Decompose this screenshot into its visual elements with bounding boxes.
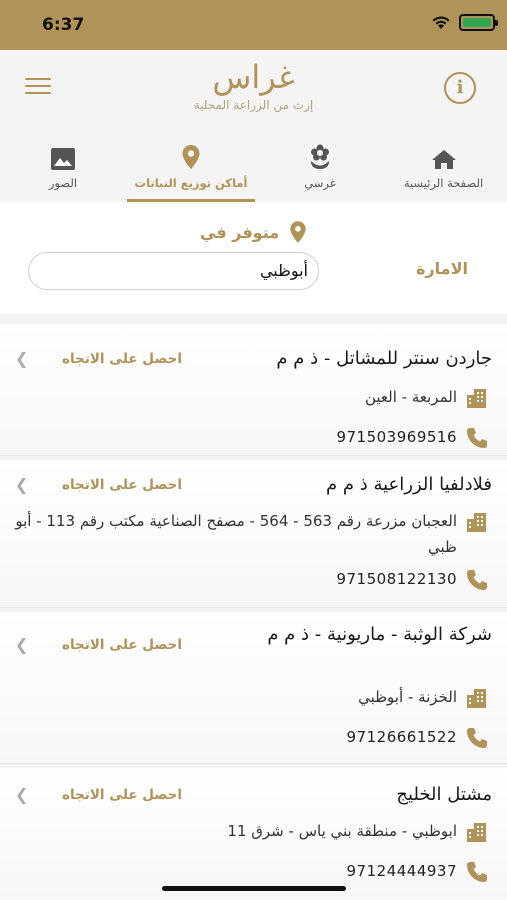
address-row: الخزنة - أبوظبي [358,684,489,710]
location-name: مشتل الخليج [396,784,492,805]
phone-row[interactable]: 971503969516 [336,424,489,450]
phone-icon [467,570,487,590]
tab-home[interactable]: الصفحة الرئيسية [380,136,507,202]
status-icons [431,14,498,31]
location-name: شركة الوثبة - ماريونية - ذ م م [267,624,492,645]
emirate-label: الامارة [416,259,468,278]
phone-icon [467,428,487,448]
phone-row[interactable]: 971508122130 [336,566,489,592]
location-address: ابوظبي - منطقة بني ياس - شرق 11 [227,822,457,840]
home-icon [431,150,456,169]
emirate-select[interactable]: أبوظبي [28,252,319,290]
image-icon [51,148,75,170]
tab-photos[interactable]: الصور [20,136,106,202]
get-directions-link[interactable]: احصل على الاتجاه [62,787,182,803]
available-in-label: متوفر في [200,222,280,242]
address-row: العجبان مزرعة رقم 563 - 564 - مصفح الصنا… [9,508,489,560]
status-time: 6:37 [42,15,85,35]
phone-row[interactable]: 97126661522 [347,724,489,750]
list-item[interactable]: مشتل الخليج احصل على الاتجاه ❮ ابوظبي - … [0,768,507,900]
available-in: متوفر في [200,220,307,244]
flower-icon [311,144,329,169]
location-pin-icon [290,221,306,243]
hamburger-menu-icon[interactable] [25,78,51,98]
address-row: المربعة - العين [365,384,489,410]
chevron-left-icon[interactable]: ❮ [15,635,28,654]
building-icon [467,823,486,842]
chevron-left-icon[interactable]: ❮ [15,349,28,368]
filter-section: متوفر في الامارة أبوظبي [0,202,507,314]
brand: غراس إرث من الزراعة المحلية [130,58,377,112]
get-directions-link[interactable]: احصل على الاتجاه [62,637,182,653]
app-tagline: إرث من الزراعة المحلية [193,98,314,112]
list-item[interactable]: فلادلفيا الزراعية ذ م م احصل على الاتجاه… [0,460,507,608]
list-item[interactable]: جاردن سنتر للمشاتل - ذ م م احصل على الات… [0,324,507,456]
location-name: جاردن سنتر للمشاتل - ذ م م [276,348,492,369]
phone-icon [467,862,487,882]
get-directions-link[interactable]: احصل على الاتجاه [62,477,182,493]
building-icon [467,689,486,708]
location-pin-icon [182,145,200,169]
app-header: غراس إرث من الزراعة المحلية i [0,50,507,136]
emirate-value: أبوظبي [259,261,308,280]
location-phone: 97124444937 [346,862,457,880]
home-indicator[interactable] [162,886,346,891]
location-phone: 97126661522 [346,728,457,746]
location-address: الخزنة - أبوظبي [358,688,457,706]
status-bar: 6:37 [0,0,507,50]
location-name: فلادلفيا الزراعية ذ م م [326,474,492,495]
tab-photos-label: الصور [48,176,78,190]
tab-my-plants[interactable]: غرسي [270,136,370,202]
app-logo: غراس [212,58,295,96]
tab-bar: الصفحة الرئيسية غرسي أماكن توزيع النباتا… [0,136,507,202]
wifi-icon [432,16,450,29]
tab-distribution-places-label: أماكن توزيع النباتات [134,176,248,190]
chevron-left-icon[interactable]: ❮ [15,785,28,804]
location-phone: 971503969516 [336,428,457,446]
address-row: ابوظبي - منطقة بني ياس - شرق 11 [227,818,489,844]
tab-my-plants-label: غرسي [304,176,336,190]
get-directions-link[interactable]: احصل على الاتجاه [62,351,182,367]
tab-distribution-places[interactable]: أماكن توزيع النباتات [127,136,255,202]
phone-row[interactable]: 97124444937 [347,858,489,884]
chevron-left-icon[interactable]: ❮ [15,475,28,494]
info-icon[interactable]: i [444,72,476,104]
locations-list: جاردن سنتر للمشاتل - ذ م م احصل على الات… [0,314,507,900]
tab-home-label: الصفحة الرئيسية [403,176,484,190]
location-address: العجبان مزرعة رقم 563 - 564 - مصفح الصنا… [15,512,457,556]
location-phone: 971508122130 [336,570,457,588]
phone-icon [467,728,487,748]
battery-icon [459,14,498,31]
list-item[interactable]: شركة الوثبة - ماريونية - ذ م م احصل على … [0,612,507,764]
location-address: المربعة - العين [364,388,457,406]
building-icon [467,389,486,408]
building-icon [467,513,486,532]
